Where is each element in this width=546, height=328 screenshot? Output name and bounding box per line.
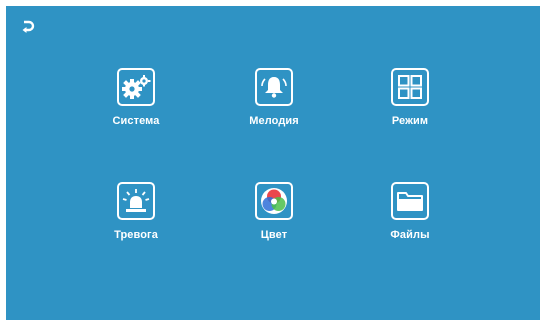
menu-item-label: Мелодия [249,115,299,127]
menu-item-label: Файлы [390,229,430,241]
menu-item-label: Режим [391,115,429,127]
menu-item-label: Цвет [260,229,288,241]
folder-icon [397,192,423,211]
color-circles-icon [261,188,287,214]
back-arrow-icon [22,20,35,33]
menu-item-label: Система [112,115,160,127]
menu-item-melody[interactable]: Мелодия [234,68,314,152]
menu-screen: Система Мелодия Режим Тревога Цвет Файлы [6,6,540,320]
bell-icon [261,77,287,98]
menu-item-system[interactable]: Система [96,68,176,152]
system-icon-box [117,68,155,106]
alarm-icon-box [117,182,155,220]
melody-icon-box [255,68,293,106]
menu-item-alarm[interactable]: Тревога [96,182,176,266]
mode-icon-box [391,68,429,106]
menu-item-label: Тревога [114,229,158,241]
gears-icon [122,75,151,99]
menu-item-mode[interactable]: Режим [370,68,450,152]
alarm-siren-icon [122,189,150,212]
back-button[interactable] [20,18,36,36]
color-icon-box [255,182,293,220]
menu-item-files[interactable]: Файлы [370,182,450,266]
menu-item-color[interactable]: Цвет [234,182,314,266]
grid-icon [398,75,422,99]
files-icon-box [391,182,429,220]
